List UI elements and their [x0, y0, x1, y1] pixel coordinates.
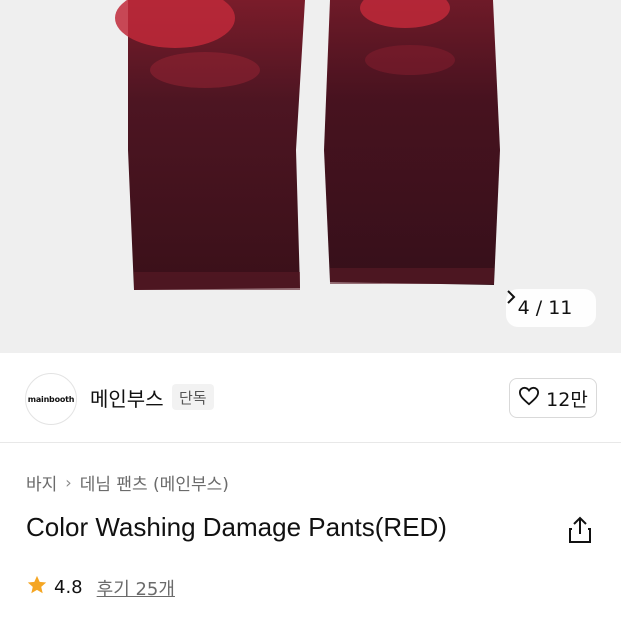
star-icon [26, 574, 48, 601]
brand-row: mainbooth 메인부스 단독 12만 [0, 353, 621, 443]
brand-logo-text: mainbooth [27, 394, 75, 404]
brand-name[interactable]: 메인부스 [90, 383, 164, 412]
rating-row: 4.8 후기 25개 [26, 574, 175, 601]
like-count: 12만 [546, 388, 588, 411]
breadcrumb: 바지 › 데님 팬츠 (메인부스) [26, 470, 229, 495]
breadcrumb-item[interactable]: 데님 팬츠 (메인부스) [80, 470, 229, 495]
product-title: Color Washing Damage Pants(RED) [26, 512, 447, 542]
chevron-right-icon: › [65, 473, 72, 492]
heart-icon [518, 386, 540, 411]
share-icon[interactable] [566, 515, 594, 545]
review-count-link[interactable]: 후기 25개 [97, 575, 175, 601]
image-counter[interactable]: 4 / 11 [506, 289, 596, 327]
product-image-gallery[interactable]: 4 / 11 [0, 0, 621, 353]
image-counter-text: 4 / 11 [517, 297, 573, 319]
rating-score: 4.8 [54, 577, 83, 598]
brand-logo[interactable]: mainbooth [25, 373, 77, 425]
exclusive-badge: 단독 [172, 384, 214, 410]
like-button[interactable]: 12만 [509, 378, 597, 418]
breadcrumb-item[interactable]: 바지 [26, 470, 57, 495]
